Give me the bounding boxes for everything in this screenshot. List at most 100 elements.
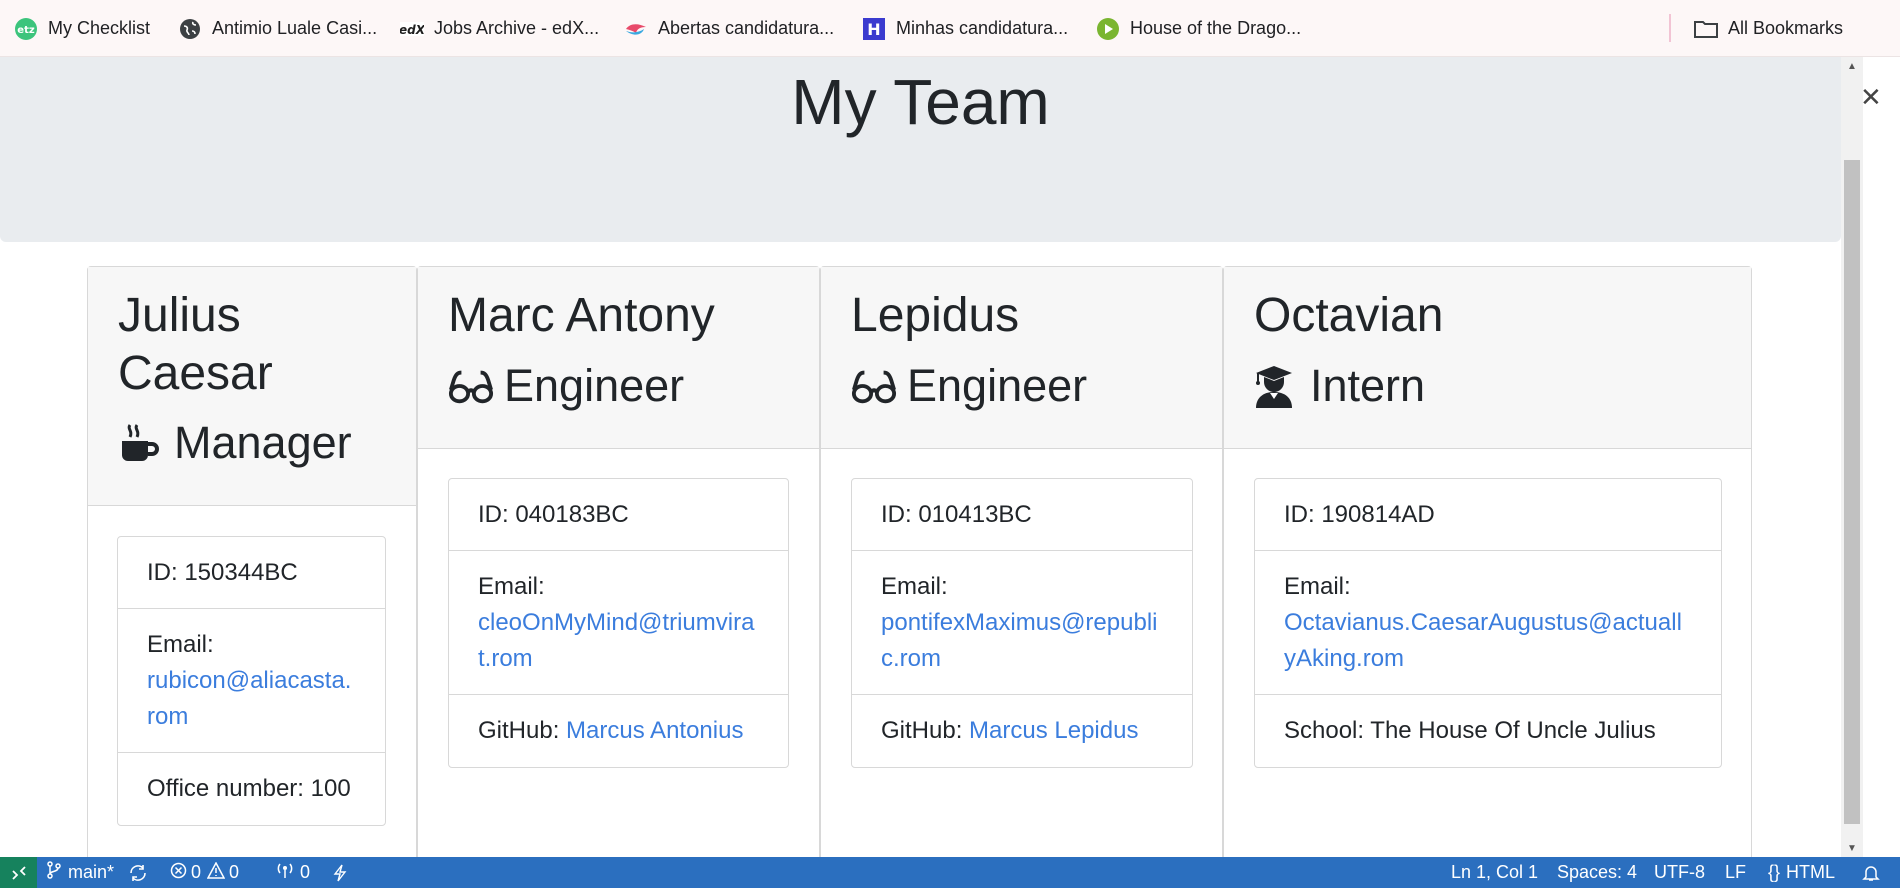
glasses-icon [448, 363, 494, 409]
employee-name: Octavian [1254, 289, 1444, 342]
github-link[interactable]: Marcus Lepidus [969, 717, 1138, 744]
employee-card-manager: Julius Caesar Manager ID: 150344BC Email… [87, 266, 417, 857]
email-link[interactable]: rubicon@aliacasta.rom [147, 663, 356, 735]
warning-count: 0 [229, 862, 240, 882]
svg-text:edX: edX [400, 23, 424, 37]
role-label: Manager [174, 417, 352, 468]
error-icon [170, 862, 187, 884]
github-link[interactable]: Marcus Antonius [566, 717, 743, 744]
cursor-position[interactable]: Ln 1, Col 1 [1451, 857, 1538, 888]
school-item: School: The House Of Uncle Julius [1284, 717, 1656, 744]
details-list: ID: 010413BC Email: pontifexMaximus@repu… [851, 478, 1193, 768]
employee-card-engineer-2: Lepidus Engineer ID: 010413BC Email: pon… [820, 266, 1223, 857]
employee-email-item: Email: cleoOnMyMind@triumvirat.rom [449, 551, 788, 695]
employee-name: Lepidus [851, 289, 1020, 342]
bookmark-minhas[interactable]: H Minhas candidatura... [862, 0, 1068, 57]
bookmark-label: My Checklist [48, 18, 151, 38]
employee-id: ID: 150344BC [118, 537, 385, 609]
eol-setting[interactable]: LF [1725, 857, 1746, 888]
all-bookmarks-button[interactable]: All Bookmarks [1694, 0, 1843, 57]
bookmarks-bar: etz My Checklist Antimio Luale Casi... e… [0, 0, 1900, 57]
close-icon[interactable]: ✕ [1860, 82, 1882, 113]
employee-name: Julius Caesar [118, 289, 273, 400]
details-list: ID: 040183BC Email: cleoOnMyMind@triumvi… [448, 478, 789, 768]
indentation-setting[interactable]: Spaces: 4 [1557, 857, 1637, 888]
edx-icon: edX [400, 17, 424, 41]
sync-icon[interactable] [128, 857, 148, 888]
h-icon: H [862, 17, 886, 41]
language-label: HTML [1786, 862, 1836, 882]
employee-card-engineer-1: Marc Antony Engineer ID: 040183BC Email:… [417, 266, 820, 857]
employee-id: ID: 190814AD [1255, 479, 1721, 551]
card-header: Octavian Intern [1224, 267, 1751, 449]
bookmark-my-checklist[interactable]: etz My Checklist [14, 0, 150, 57]
source-control-branch-icon [46, 861, 62, 884]
employee-card-intern: Octavian Intern ID: 190814AD Email: Octa… [1223, 266, 1752, 857]
scrollbar-thumb[interactable] [1844, 160, 1860, 824]
encoding-setting[interactable]: UTF-8 [1654, 857, 1705, 888]
bookmark-label: Jobs Archive - edX... [434, 18, 600, 38]
employee-email-item: Email: rubicon@aliacasta.rom [118, 609, 385, 753]
employee-role: Engineer [851, 360, 1087, 412]
github-item: GitHub: Marcus Lepidus [852, 695, 1192, 767]
problems-indicator[interactable]: 0 0 [170, 857, 239, 888]
bookmark-house-dragon[interactable]: House of the Drago... [1096, 0, 1301, 57]
card-header: Marc Antony Engineer [418, 267, 819, 449]
bird-icon [624, 17, 648, 41]
language-mode[interactable]: {} HTML [1768, 857, 1835, 888]
email-link[interactable]: cleoOnMyMind@triumvirat.rom [478, 605, 759, 677]
bookmark-label: House of the Drago... [1130, 18, 1302, 38]
role-label: Engineer [504, 360, 685, 411]
glasses-icon [851, 363, 897, 409]
notifications-bell-icon[interactable] [1862, 857, 1880, 888]
role-label: Engineer [907, 360, 1088, 411]
bookmark-label: Antimio Luale Casi... [212, 18, 378, 38]
bookmark-label: Minhas candidatura... [896, 18, 1069, 38]
employee-role: Intern [1254, 360, 1425, 412]
graduate-icon [1254, 363, 1300, 409]
employee-email-item: Email: Octavianus.CaesarAugustus@actuall… [1255, 551, 1721, 695]
email-link[interactable]: Octavianus.CaesarAugustus@actuallyAking.… [1284, 605, 1692, 677]
page-content: My Team Julius Caesar Manager ID: 150344… [0, 57, 1842, 857]
github-label: GitHub: [478, 717, 567, 744]
page-title: My Team [791, 66, 1050, 138]
employee-id: ID: 040183BC [449, 479, 788, 551]
email-label: Email: [1284, 572, 1351, 600]
email-label: Email: [147, 630, 214, 658]
braces-icon: {} [1768, 862, 1781, 882]
bookmark-abertas[interactable]: Abertas candidatura... [624, 0, 834, 57]
page-scrollbar[interactable]: ▲ ▼ [1841, 57, 1863, 857]
bookmarks-divider [1669, 14, 1671, 42]
employee-role: Engineer [448, 360, 684, 412]
globe-icon [178, 17, 202, 41]
scroll-down-arrow-icon[interactable]: ▼ [1841, 839, 1863, 857]
employee-email-item: Email: pontifexMaximus@republic.rom [852, 551, 1192, 695]
ports-count: 0 [300, 862, 311, 882]
employee-name: Marc Antony [448, 289, 715, 342]
ports-indicator[interactable]: 0 [276, 857, 310, 888]
all-bookmarks-label: All Bookmarks [1728, 18, 1844, 38]
error-count: 0 [191, 862, 202, 882]
details-list: ID: 190814AD Email: Octavianus.CaesarAug… [1254, 478, 1722, 768]
editor-status-bar: main* 0 0 0 Ln 1, Col 1 Spaces: 4 UTF-8 … [0, 857, 1900, 888]
remote-icon[interactable] [0, 857, 37, 888]
github-item: GitHub: Marcus Antonius [449, 695, 788, 767]
card-header: Julius Caesar Manager [88, 267, 416, 506]
role-label: Intern [1310, 360, 1426, 411]
branch-indicator[interactable]: main* [46, 857, 114, 888]
email-link[interactable]: pontifexMaximus@republic.rom [881, 605, 1163, 677]
bookmark-edx[interactable]: edX Jobs Archive - edX... [400, 0, 599, 57]
email-label: Email: [881, 572, 948, 600]
broadcast-icon [276, 861, 294, 884]
warning-icon [206, 860, 226, 884]
svg-text:etz: etz [17, 25, 35, 36]
mug-icon [118, 420, 164, 466]
jumbotron: My Team [0, 57, 1841, 242]
github-label: GitHub: [881, 717, 970, 744]
details-list: ID: 150344BC Email: rubicon@aliacasta.ro… [117, 536, 386, 826]
lightning-icon[interactable] [333, 857, 347, 888]
folder-icon [1694, 17, 1718, 41]
scroll-up-arrow-icon[interactable]: ▲ [1841, 57, 1863, 75]
bookmark-antimio[interactable]: Antimio Luale Casi... [178, 0, 377, 57]
employee-id: ID: 010413BC [852, 479, 1192, 551]
